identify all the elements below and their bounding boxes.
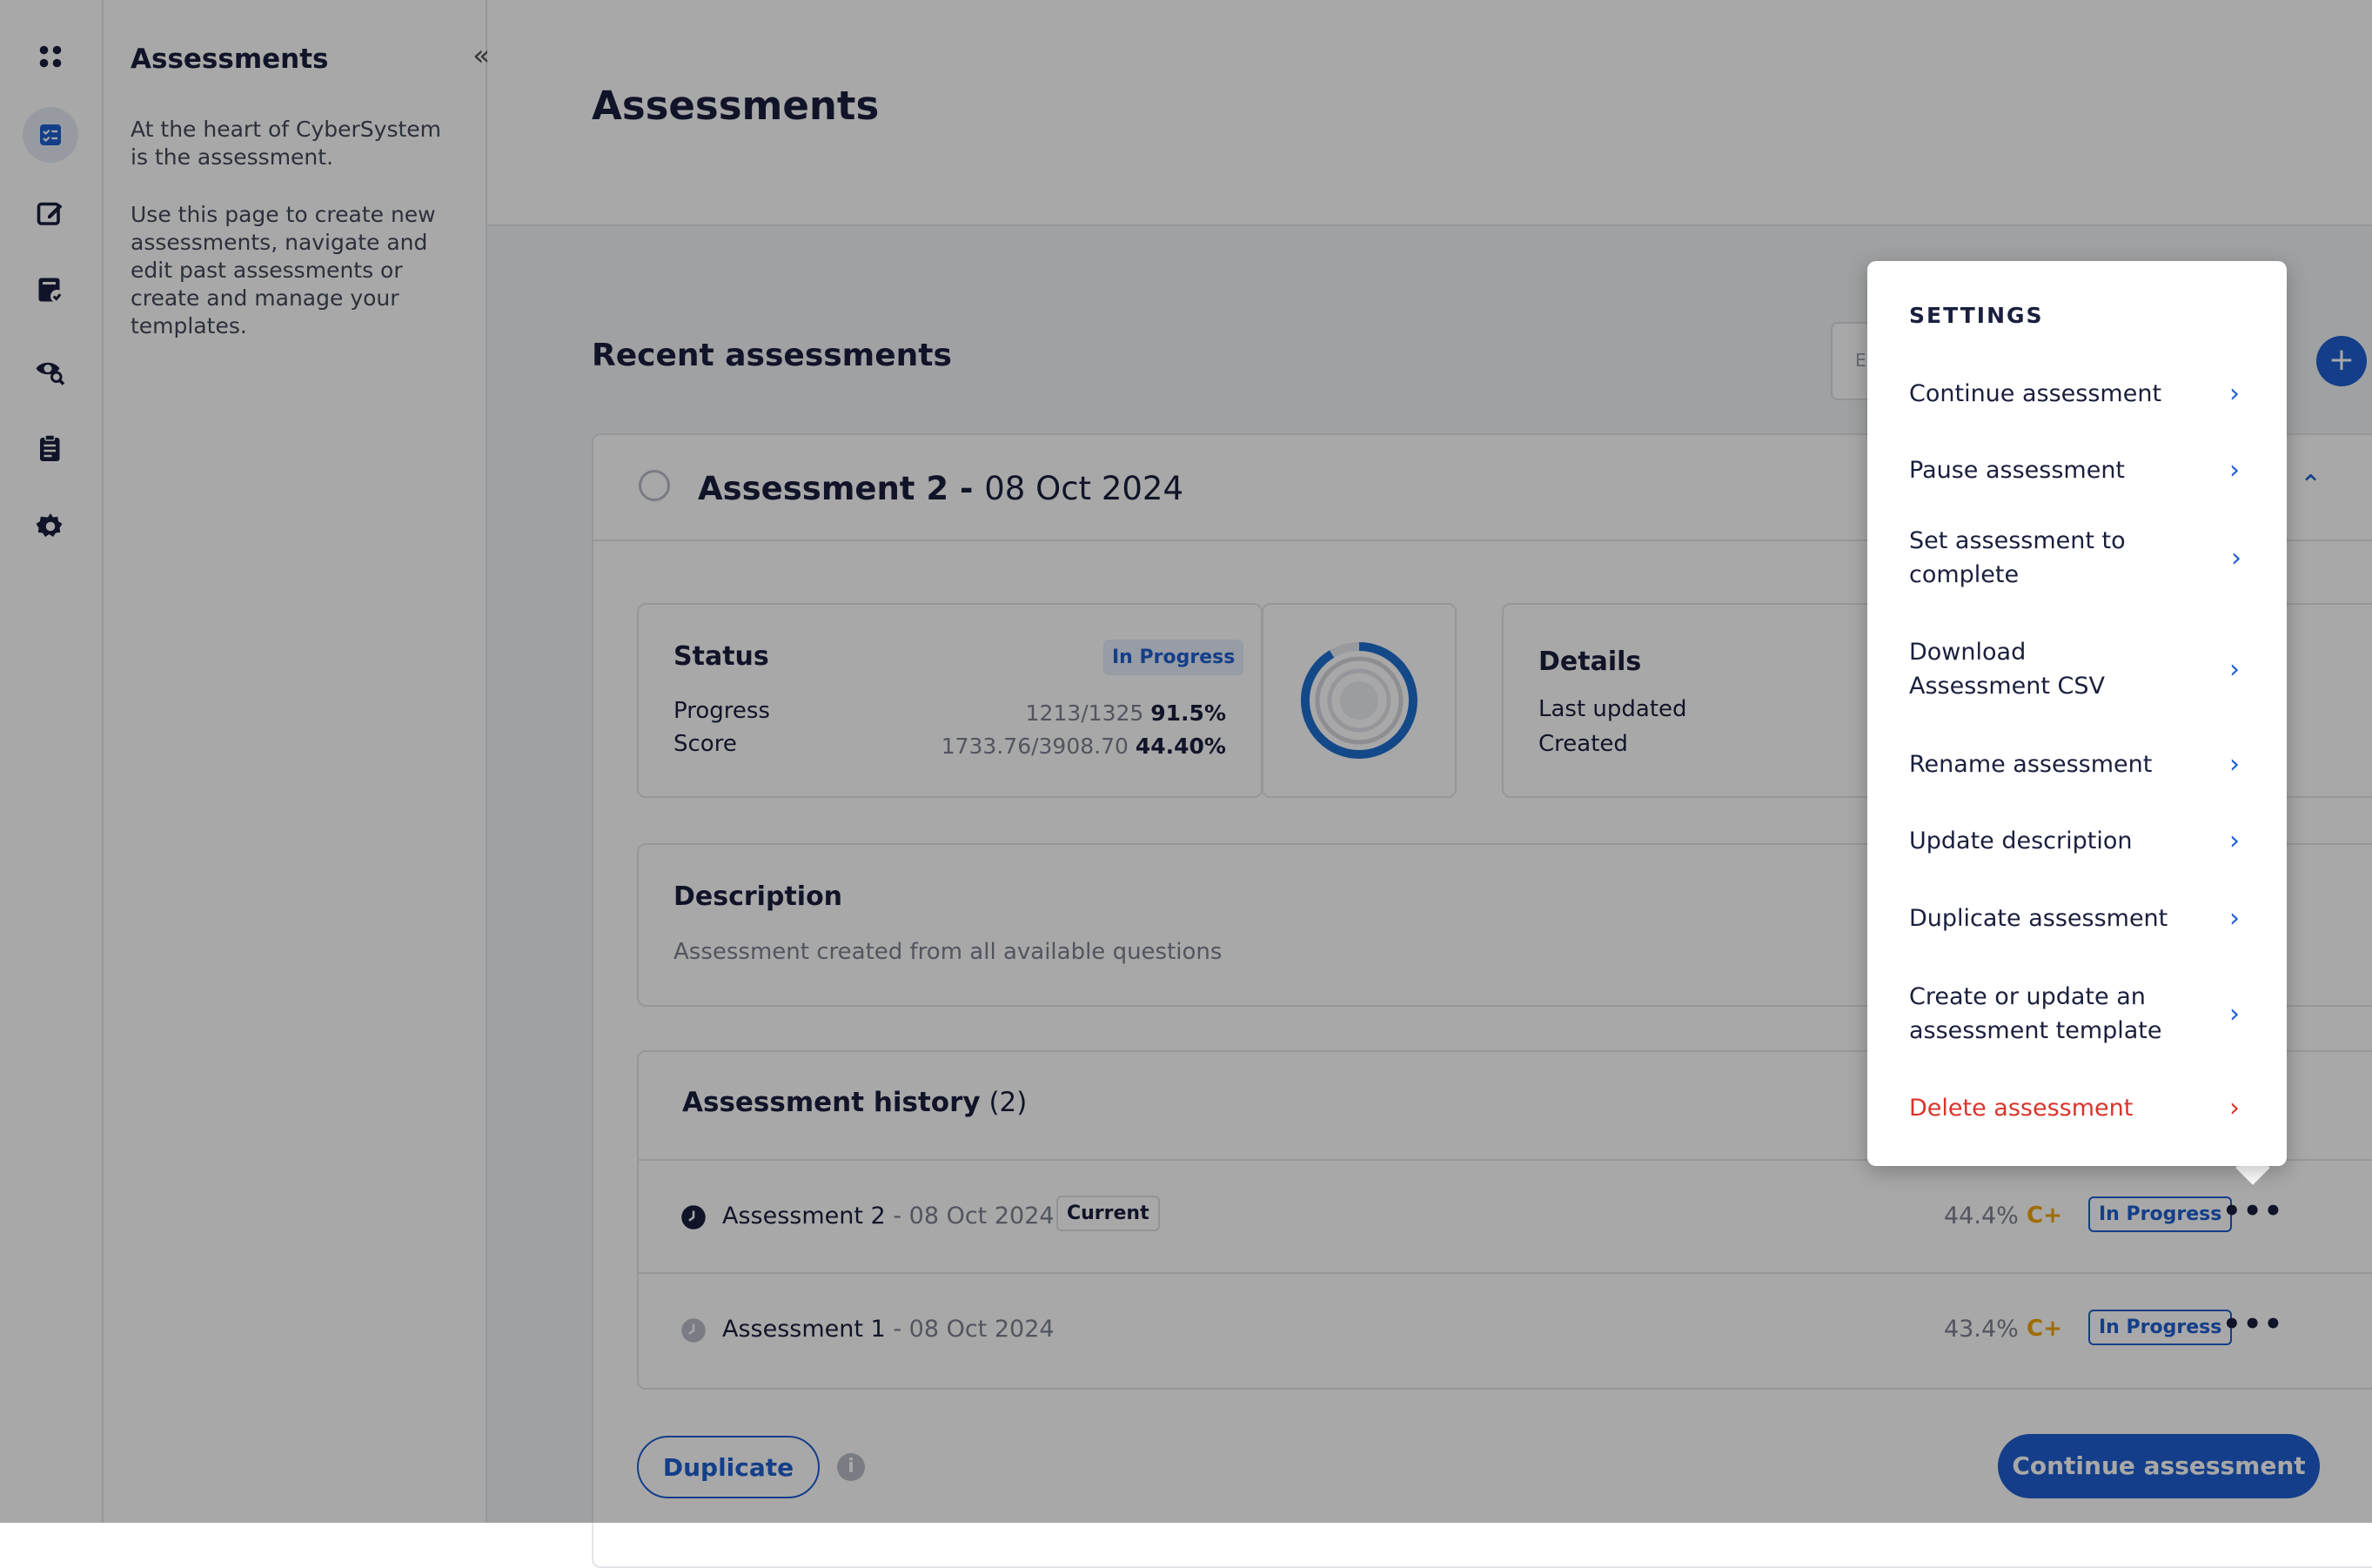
menu-item-pause[interactable]: Pause assessment › [1867,442,2287,498]
menu-item-continue[interactable]: Continue assessment › [1867,365,2287,421]
menu-item-download-csv[interactable]: Download Assessment CSV › [1867,632,2287,707]
chevron-right-icon: › [2229,748,2240,780]
menu-item-duplicate[interactable]: Duplicate assessment › [1867,890,2287,946]
menu-item-update-description[interactable]: Update description › [1867,813,2287,868]
menu-item-rename[interactable]: Rename assessment › [1867,736,2287,792]
chevron-right-icon: › [2229,825,2240,856]
menu-item-complete[interactable]: Set assessment to complete › [1873,519,2283,597]
chevron-right-icon: › [2229,1092,2240,1123]
menu-item-delete[interactable]: Delete assessment › [1867,1080,2287,1136]
chevron-right-icon: › [2229,653,2240,685]
menu-item-template[interactable]: Create or update an assessment template › [1867,976,2287,1051]
chevron-right-icon: › [2229,454,2240,486]
chevron-right-icon: › [2229,998,2240,1029]
chevron-right-icon: › [2229,378,2240,409]
menu-heading: SETTINGS [1909,303,2044,328]
chevron-right-icon: › [2229,902,2240,934]
chevron-right-icon: › [2231,542,2241,573]
